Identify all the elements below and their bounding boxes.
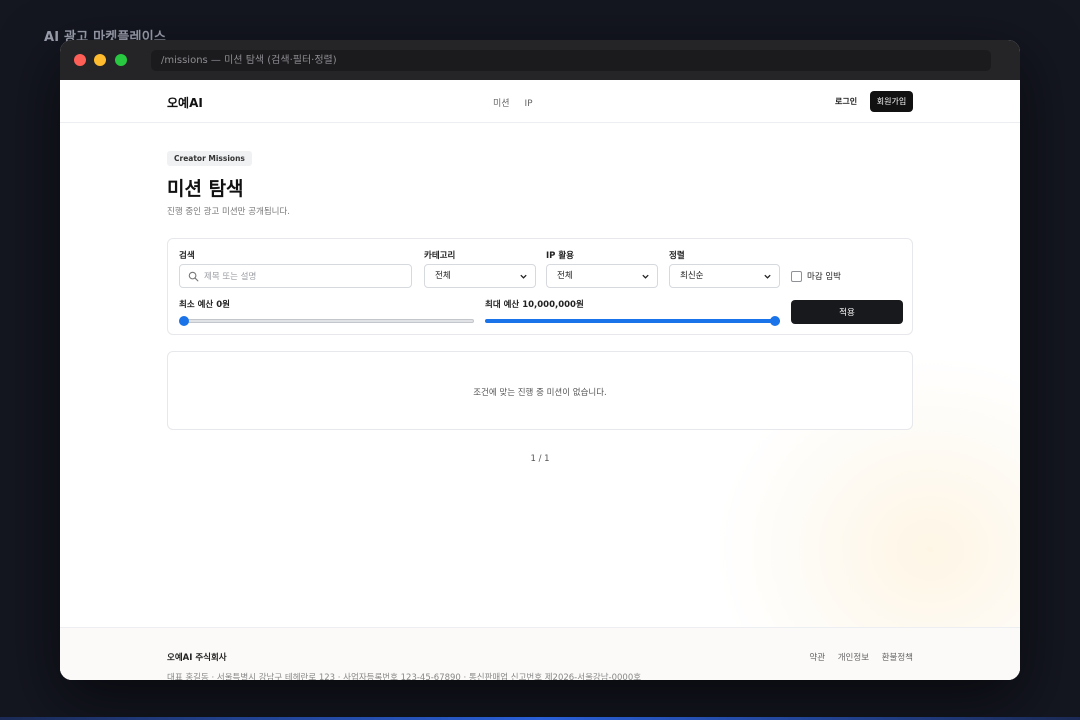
- max-budget-slider[interactable]: [485, 316, 780, 326]
- empty-state-message: 조건에 맞는 진행 중 미션이 없습니다.: [473, 388, 607, 398]
- page-subtitle: 진행 중인 광고 미션만 공개됩니다.: [167, 207, 290, 217]
- max-budget-thumb[interactable]: [770, 316, 780, 326]
- chevron-down-icon: [520, 274, 527, 279]
- footer-link-terms[interactable]: 약관: [809, 653, 825, 663]
- address-bar[interactable]: /missions — 미션 탐색 (검색·필터·정렬): [151, 50, 991, 71]
- min-budget-thumb[interactable]: [179, 316, 189, 326]
- search-label: 검색: [179, 251, 195, 261]
- nav-link-ip[interactable]: IP: [524, 99, 532, 109]
- sort-label: 정렬: [669, 251, 685, 261]
- section-badge: Creator Missions: [167, 151, 252, 166]
- chevron-down-icon: [764, 274, 771, 279]
- category-select-value: 전체: [435, 271, 451, 281]
- login-link[interactable]: 로그인: [835, 96, 857, 107]
- brand-logo[interactable]: 오예AI: [167, 94, 203, 111]
- footer-links: 약관 개인정보 환불정책: [799, 651, 913, 663]
- pagination: 1 / 1: [530, 454, 550, 464]
- footer-link-refund[interactable]: 환불정책: [882, 653, 913, 663]
- deadline-checkbox-label: 마감 임박: [807, 272, 841, 282]
- minimize-window-button[interactable]: [94, 54, 106, 66]
- page-title: 미션 탐색: [167, 178, 244, 200]
- max-budget-label: 최대 예산 10,000,000원: [485, 300, 584, 310]
- ip-usage-label: IP 활용: [546, 251, 574, 261]
- sort-select-value: 최신순: [680, 271, 704, 281]
- search-icon: [188, 271, 199, 282]
- page: 오예AI 미션 IP 로그인 회원가입 Creator Missions 미션 …: [60, 80, 1020, 680]
- results-panel: 조건에 맞는 진행 중 미션이 없습니다.: [167, 351, 913, 430]
- deadline-filter[interactable]: 마감 임박: [791, 270, 841, 282]
- deadline-checkbox[interactable]: [791, 270, 802, 282]
- ip-usage-select[interactable]: 전체: [546, 264, 658, 288]
- max-budget-track: [485, 319, 780, 323]
- category-label: 카테고리: [424, 251, 456, 261]
- maximize-window-button[interactable]: [115, 54, 127, 66]
- category-select[interactable]: 전체: [424, 264, 536, 288]
- footer-company-name: 오예AI 주식회사: [167, 653, 227, 663]
- ip-usage-select-value: 전체: [557, 271, 573, 281]
- min-budget-label: 최소 예산 0원: [179, 300, 230, 310]
- browser-window: /missions — 미션 탐색 (검색·필터·정렬) 오예AI 미션 IP …: [60, 40, 1020, 680]
- search-field[interactable]: [179, 264, 412, 288]
- close-window-button[interactable]: [74, 54, 86, 66]
- chevron-down-icon: [642, 274, 649, 279]
- apply-button[interactable]: 적용: [791, 300, 903, 324]
- search-input[interactable]: [204, 268, 404, 285]
- filter-panel: 검색 카테고리 전체 IP 활용 전체: [167, 238, 913, 335]
- nav-links: 미션 IP: [493, 96, 545, 109]
- sort-select[interactable]: 최신순: [669, 264, 780, 288]
- min-budget-track: [179, 319, 474, 323]
- footer-business-info: 대표 홍길동 · 서울특별시 강남구 테헤란로 123 · 사업자등록번호 12…: [167, 673, 642, 680]
- min-budget-slider[interactable]: [179, 316, 474, 326]
- footer: 오예AI 주식회사 대표 홍길동 · 서울특별시 강남구 테헤란로 123 · …: [60, 627, 1020, 680]
- signup-button[interactable]: 회원가입: [870, 91, 913, 112]
- title-bar: /missions — 미션 탐색 (검색·필터·정렬): [60, 40, 1020, 80]
- top-navbar: 오예AI 미션 IP 로그인 회원가입: [60, 80, 1020, 123]
- nav-link-missions[interactable]: 미션: [493, 99, 510, 109]
- footer-link-privacy[interactable]: 개인정보: [838, 653, 869, 663]
